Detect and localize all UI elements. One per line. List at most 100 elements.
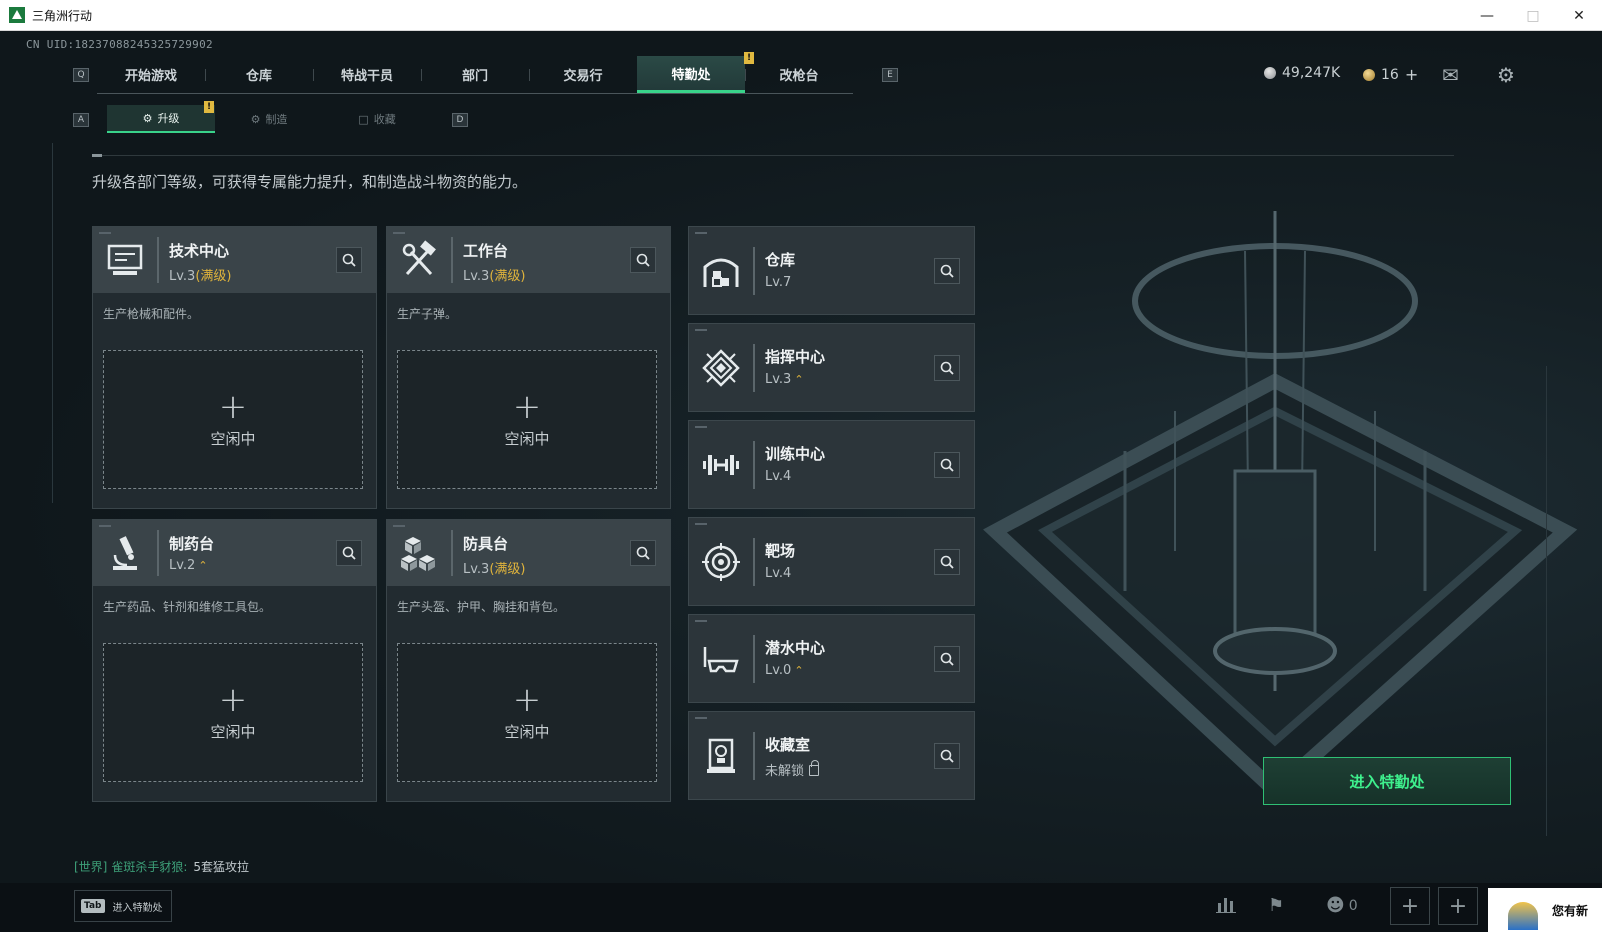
inspect-button[interactable] [630, 540, 656, 566]
maxed-label: (满级) [489, 269, 526, 284]
sub-tab-bar: ⚙ 升级 ⚙ 制造 □ 收藏 [107, 105, 431, 133]
corner-mark [99, 232, 111, 234]
workbench-card-workbench[interactable]: 工作台 Lv.3(满级) 生产子弹。 + 空闲中 [386, 226, 671, 509]
inspect-button[interactable] [934, 743, 960, 769]
mail-icon[interactable]: ✉ [1442, 63, 1459, 87]
inspect-button[interactable] [934, 452, 960, 478]
department-name: 仓库 [765, 251, 796, 269]
corner-mark [695, 523, 707, 525]
production-slot[interactable]: + 空闲中 [103, 643, 363, 782]
inspect-button[interactable] [934, 646, 960, 672]
dumbbell-icon [703, 455, 739, 475]
department-card-command-center[interactable]: 指挥中心 Lv.3 ⌃ [688, 323, 975, 412]
department-card-collection-room[interactable]: 收藏室 未解锁 [688, 711, 975, 800]
slot-status: 空闲中 [504, 430, 550, 448]
flag-icon[interactable]: ⚑ [1268, 895, 1284, 916]
notification-avatar [1508, 902, 1538, 930]
gold-coin-icon [1363, 68, 1375, 81]
stats-chart-icon[interactable] [1216, 895, 1236, 918]
department-name: 潜水中心 [765, 639, 826, 657]
upgrade-icon: ⚙ [142, 111, 153, 125]
department-card-shooting-range[interactable]: 靶场 Lv.4 [688, 517, 975, 606]
target-icon [702, 543, 740, 581]
friends-button[interactable]: ☻ 0 [1326, 895, 1358, 916]
world-chat-line[interactable]: [世界] 雀斑杀手豺狼: 5套猛攻拉 [74, 858, 249, 875]
upgrade-available-icon: ⌃ [794, 664, 804, 677]
workbench-level: Lv.3(满级) [463, 269, 526, 284]
department-name: 靶场 [765, 542, 796, 560]
separator [753, 635, 755, 683]
search-icon [940, 652, 954, 666]
tab-shortcut-hint[interactable]: Tab 进入特勤处 [74, 890, 172, 922]
app-logo-icon [9, 7, 25, 23]
inspect-button[interactable] [630, 247, 656, 273]
tab-operators[interactable]: 特战干员 [313, 56, 421, 93]
tab-special-ops[interactable]: 特勤处 [637, 56, 745, 93]
tab-trading[interactable]: 交易行 [529, 56, 637, 93]
minimize-button[interactable]: — [1464, 0, 1510, 31]
tab-gunsmith[interactable]: 改枪台 [745, 56, 853, 93]
production-slot[interactable]: + 空闲中 [397, 643, 657, 782]
department-card-diving-center[interactable]: 潜水中心 Lv.0 ⌃ [688, 614, 975, 703]
upgrade-available-icon: ⌃ [198, 559, 208, 572]
workbench-card-armor[interactable]: 防具台 Lv.3(满级) 生产头盔、护甲、胸挂和背包。 + 空闲中 [386, 519, 671, 802]
alert-badge: ! [744, 52, 754, 64]
notification-popup[interactable]: 您有新 [1488, 888, 1602, 932]
search-icon [940, 458, 954, 472]
keyhint-prev-subtab: A [73, 113, 89, 127]
warehouse-icon [703, 258, 739, 287]
production-slot[interactable]: + 空闲中 [397, 350, 657, 489]
department-level: Lv.0 ⌃ [765, 663, 804, 678]
subtab-upgrade[interactable]: ⚙ 升级 [107, 105, 215, 133]
department-card-warehouse[interactable]: 仓库 Lv.7 [688, 226, 975, 315]
alert-badge: ! [204, 101, 214, 113]
game-area: CN UID:18237088245325729902 Q 开始游戏 仓库 特战… [0, 31, 1602, 932]
inspect-button[interactable] [336, 540, 362, 566]
workbench-name: 防具台 [463, 535, 509, 553]
add-currency-icon[interactable]: + [1405, 65, 1418, 84]
search-icon [342, 253, 356, 267]
add-slot-button[interactable]: + [1438, 887, 1478, 925]
title-bar: 三角洲行动 — □ ✕ [0, 0, 1602, 31]
department-card-training-center[interactable]: 训练中心 Lv.4 [688, 420, 975, 509]
department-level: 未解锁 [765, 760, 820, 779]
subtab-collection[interactable]: □ 收藏 [323, 105, 431, 133]
keyhint-prev-tab: Q [73, 68, 89, 82]
divider [92, 154, 1454, 157]
department-level: Lv.3 ⌃ [765, 372, 804, 387]
cubes-icon [401, 537, 435, 571]
tab-start-game[interactable]: 开始游戏 [97, 56, 205, 93]
silver-coin-icon [1264, 67, 1276, 79]
workbench-card-tech-center[interactable]: 技术中心 Lv.3(满级) 生产枪械和配件。 + 空闲中 [92, 226, 377, 509]
workbench-description: 生产药品、针剂和维修工具包。 [103, 600, 272, 614]
workbench-name: 制药台 [169, 535, 215, 553]
main-tab-bar: 开始游戏 仓库 特战干员 部门 交易行 特勤处 改枪台 [97, 56, 853, 94]
department-name: 收藏室 [765, 736, 811, 754]
separator [157, 237, 159, 283]
tab-warehouse[interactable]: 仓库 [205, 56, 313, 93]
workbench-card-pharmacy[interactable]: 制药台 Lv.2 ⌃ 生产药品、针剂和维修工具包。 + 空闲中 [92, 519, 377, 802]
inspect-button[interactable] [934, 258, 960, 284]
inspect-button[interactable] [336, 247, 362, 273]
inspect-button[interactable] [934, 355, 960, 381]
close-button[interactable]: ✕ [1556, 0, 1602, 31]
keyhint-next-subtab: D [452, 113, 468, 127]
computer-icon [107, 244, 143, 275]
gold-currency[interactable]: 16 + [1363, 65, 1418, 84]
settings-gear-icon[interactable]: ⚙ [1497, 63, 1515, 87]
production-slot[interactable]: + 空闲中 [103, 350, 363, 489]
enter-special-ops-button[interactable]: 进入特勤处 [1263, 757, 1511, 805]
workbench-level: Lv.3(满级) [169, 269, 232, 284]
corner-mark [695, 620, 707, 622]
add-slot-button[interactable]: + [1390, 887, 1430, 925]
tab-departments[interactable]: 部门 [421, 56, 529, 93]
maximize-button[interactable]: □ [1510, 0, 1556, 31]
slot-status: 空闲中 [210, 430, 256, 448]
search-icon [636, 546, 650, 560]
silver-currency: 49,247K [1264, 65, 1340, 81]
subtab-craft[interactable]: ⚙ 制造 [215, 105, 323, 133]
search-icon [342, 546, 356, 560]
silver-amount: 49,247K [1282, 65, 1341, 81]
inspect-button[interactable] [934, 549, 960, 575]
workbench-description: 生产枪械和配件。 [103, 307, 200, 321]
